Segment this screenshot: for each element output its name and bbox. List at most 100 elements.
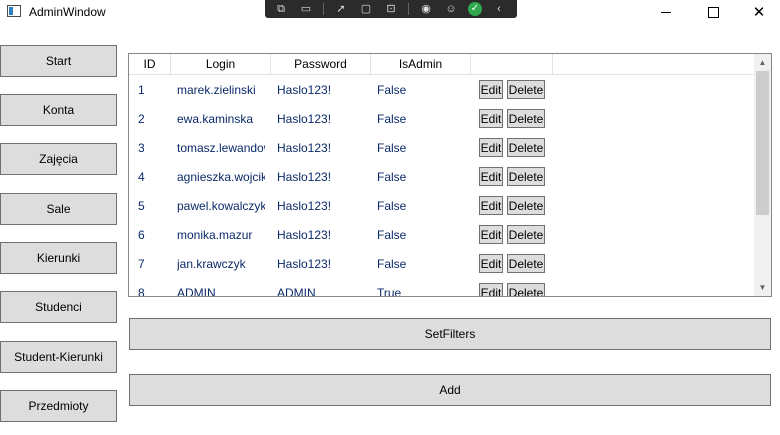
nav-start-button[interactable]: Start	[0, 45, 117, 77]
cell-login: agnieszka.wojcik	[177, 169, 265, 184]
accounts-data-grid[interactable]: ID Login Password IsAdmin 1 marek.zielins…	[128, 53, 772, 297]
scroll-up-icon[interactable]: ▲	[754, 54, 771, 71]
edit-button[interactable]: Edit	[479, 167, 503, 186]
maximize-icon	[707, 7, 719, 18]
delete-button[interactable]: Delete	[507, 254, 545, 273]
toolbar-separator	[408, 3, 409, 15]
delete-button[interactable]: Delete	[507, 138, 545, 157]
table-row[interactable]: 3 tomasz.lewandowski Haslo123! False EditDel…	[129, 133, 755, 162]
maximize-button[interactable]	[690, 0, 736, 25]
live-visual-tree-icon[interactable]: ⧉	[273, 3, 289, 15]
cell-isadmin: False	[377, 169, 407, 184]
track-focus-icon[interactable]: ⊡	[383, 3, 399, 15]
cell-password: Haslo123!	[277, 256, 332, 271]
scroll-down-icon[interactable]: ▼	[754, 279, 771, 296]
cell-id: 1	[138, 82, 145, 97]
close-button[interactable]: ✕	[736, 0, 780, 25]
close-icon: ✕	[752, 4, 766, 21]
nav-przedmioty-button[interactable]: Przedmioty	[0, 390, 117, 422]
cell-login: marek.zielinski	[177, 82, 256, 97]
column-header-actions	[471, 54, 553, 74]
column-header-id[interactable]: ID	[129, 54, 171, 74]
cell-login: monika.mazur	[177, 227, 253, 242]
cell-password: ADMIN	[277, 285, 316, 297]
table-row[interactable]: 6 monika.mazur Haslo123! False Edit Delete	[129, 220, 755, 249]
cell-login: jan.krawczyk	[177, 256, 246, 271]
accessibility-icon[interactable]: ☺	[443, 3, 459, 15]
edit-button[interactable]: Edit	[479, 80, 503, 99]
cell-login: ewa.kaminska	[177, 111, 254, 126]
cell-isadmin: False	[377, 198, 407, 213]
app-icon	[7, 5, 21, 17]
cell-isadmin: False	[377, 227, 407, 242]
edit-button[interactable]: Edit	[479, 109, 503, 128]
camera-icon[interactable]: ▭	[298, 3, 314, 15]
cell-password: Haslo123!	[277, 227, 332, 242]
debug-toolbar: ⧉ ▭ ➚ ▢ ⊡ ◉ ☺ ✓ ‹	[265, 0, 517, 18]
cell-id: 8	[138, 285, 145, 297]
grid-header: ID Login Password IsAdmin	[129, 54, 755, 75]
cell-isadmin: False	[377, 256, 407, 271]
vertical-scrollbar[interactable]: ▲ ▼	[754, 54, 771, 296]
window-content: Start Konta Zajęcia Sale Kierunki Studen…	[0, 25, 780, 435]
table-row[interactable]: 2 ewa.kaminska Haslo123! False Edit Delete	[129, 104, 755, 133]
table-row[interactable]: 7 jan.krawczyk Haslo123! False Edit Delete	[129, 249, 755, 278]
delete-button[interactable]: Delete	[507, 80, 545, 99]
edit-button[interactable]: Edit	[479, 283, 503, 296]
cell-isadmin: False	[377, 82, 407, 97]
cell-id: 7	[138, 256, 145, 271]
cell-id: 2	[138, 111, 145, 126]
nav-sale-button[interactable]: Sale	[0, 193, 117, 225]
nav-kierunki-button[interactable]: Kierunki	[0, 242, 117, 274]
table-row[interactable]: 1 marek.zielinski Haslo123! False Edit Delete	[129, 75, 755, 104]
grid-body: 1 marek.zielinski Haslo123! False Edit Delete…	[129, 75, 755, 296]
cell-id: 3	[138, 140, 145, 155]
cell-id: 6	[138, 227, 145, 242]
column-header-isadmin[interactable]: IsAdmin	[371, 54, 471, 74]
cell-isadmin: False	[377, 140, 407, 155]
cell-password: Haslo123!	[277, 140, 332, 155]
cell-password: Haslo123!	[277, 82, 332, 97]
nav-konta-button[interactable]: Konta	[0, 94, 117, 126]
nav-student-kierunki-button[interactable]: Student-Kierunki	[0, 341, 117, 373]
cell-password: Haslo123!	[277, 111, 332, 126]
set-filters-button[interactable]: SetFilters	[129, 318, 771, 350]
add-button[interactable]: Add	[129, 374, 771, 406]
delete-button[interactable]: Delete	[507, 167, 545, 186]
display-layout-icon[interactable]: ▢	[358, 3, 374, 15]
delete-button[interactable]: Delete	[507, 109, 545, 128]
toolbar-separator	[323, 3, 324, 15]
cell-isadmin: True	[377, 285, 402, 297]
cell-login: pawel.kowalczyk	[177, 198, 265, 213]
cell-password: Haslo123!	[277, 169, 332, 184]
binding-failures-icon[interactable]: ◉	[418, 3, 434, 15]
cell-login: tomasz.lewandowski	[177, 140, 265, 155]
nav-studenci-button[interactable]: Studenci	[0, 291, 117, 323]
window-title: AdminWindow	[29, 5, 106, 19]
column-header-password[interactable]: Password	[271, 54, 371, 74]
column-header-filler	[553, 54, 755, 74]
title-bar: AdminWindow ⧉ ▭ ➚ ▢ ⊡ ◉ ☺ ✓ ‹ ✕	[0, 0, 780, 25]
table-row[interactable]: 8 ADMIN ADMIN True Edit Delete	[129, 278, 755, 296]
check-icon[interactable]: ✓	[468, 2, 482, 16]
delete-button[interactable]: Delete	[507, 225, 545, 244]
cell-isadmin: False	[377, 111, 407, 126]
edit-button[interactable]: Edit	[479, 225, 503, 244]
cell-id: 4	[138, 169, 145, 184]
delete-button[interactable]: Delete	[507, 196, 545, 215]
edit-button[interactable]: Edit	[479, 254, 503, 273]
nav-zajecia-button[interactable]: Zajęcia	[0, 143, 117, 175]
table-row[interactable]: 4 agnieszka.wojcik Haslo123! False Edit Delet…	[129, 162, 755, 191]
minimize-button[interactable]	[643, 0, 689, 25]
delete-button[interactable]: Delete	[507, 283, 545, 296]
cell-password: Haslo123!	[277, 198, 332, 213]
table-row[interactable]: 5 pawel.kowalczyk Haslo123! False Edit Delete	[129, 191, 755, 220]
scroll-thumb[interactable]	[756, 71, 769, 215]
cell-login: ADMIN	[177, 285, 216, 297]
column-header-login[interactable]: Login	[171, 54, 271, 74]
edit-button[interactable]: Edit	[479, 138, 503, 157]
edit-button[interactable]: Edit	[479, 196, 503, 215]
select-element-icon[interactable]: ➚	[333, 3, 349, 15]
collapse-icon[interactable]: ‹	[491, 3, 507, 15]
minimize-icon	[661, 12, 671, 13]
